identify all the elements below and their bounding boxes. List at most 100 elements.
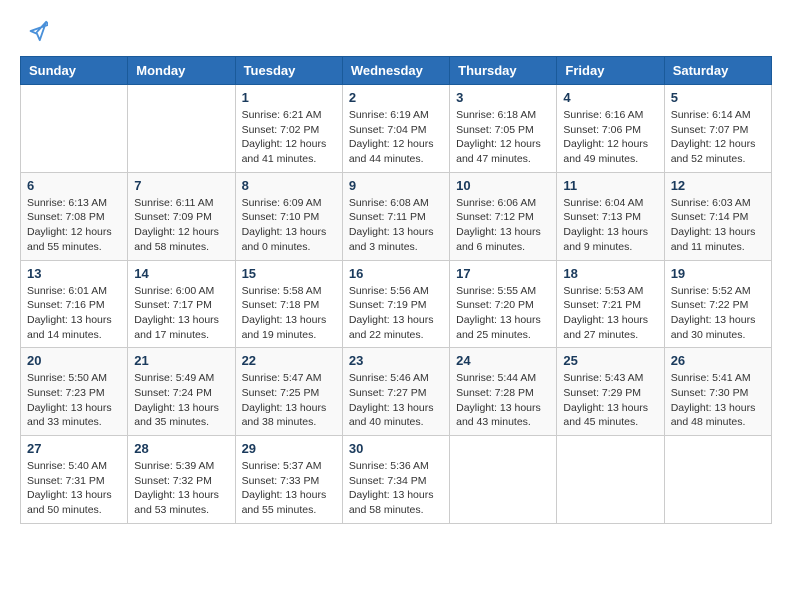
day-info: Sunrise: 5:46 AM Sunset: 7:27 PM Dayligh… — [349, 371, 443, 430]
day-info: Sunrise: 6:19 AM Sunset: 7:04 PM Dayligh… — [349, 108, 443, 167]
day-number: 21 — [134, 353, 228, 368]
calendar-cell: 25 Sunrise: 5:43 AM Sunset: 7:29 PM Dayli… — [557, 348, 664, 436]
day-info: Sunrise: 6:16 AM Sunset: 7:06 PM Dayligh… — [563, 108, 657, 167]
weekday-header-thursday: Thursday — [450, 57, 557, 85]
logo-bird-icon — [26, 20, 48, 42]
calendar-cell: 21 Sunrise: 5:49 AM Sunset: 7:24 PM Dayli… — [128, 348, 235, 436]
week-row-1: 1 Sunrise: 6:21 AM Sunset: 7:02 PM Daylig… — [21, 85, 772, 173]
calendar-cell: 10 Sunrise: 6:06 AM Sunset: 7:12 PM Dayli… — [450, 172, 557, 260]
calendar-cell — [557, 436, 664, 524]
day-info: Sunrise: 6:14 AM Sunset: 7:07 PM Dayligh… — [671, 108, 765, 167]
weekday-header-sunday: Sunday — [21, 57, 128, 85]
day-number: 12 — [671, 178, 765, 193]
calendar-cell: 28 Sunrise: 5:39 AM Sunset: 7:32 PM Dayli… — [128, 436, 235, 524]
day-info: Sunrise: 6:09 AM Sunset: 7:10 PM Dayligh… — [242, 196, 336, 255]
day-number: 1 — [242, 90, 336, 105]
day-number: 23 — [349, 353, 443, 368]
calendar-cell: 8 Sunrise: 6:09 AM Sunset: 7:10 PM Daylig… — [235, 172, 342, 260]
weekday-header-monday: Monday — [128, 57, 235, 85]
week-row-2: 6 Sunrise: 6:13 AM Sunset: 7:08 PM Daylig… — [21, 172, 772, 260]
calendar-cell: 26 Sunrise: 5:41 AM Sunset: 7:30 PM Dayli… — [664, 348, 771, 436]
day-number: 8 — [242, 178, 336, 193]
weekday-header-saturday: Saturday — [664, 57, 771, 85]
weekday-header-row: SundayMondayTuesdayWednesdayThursdayFrid… — [21, 57, 772, 85]
day-info: Sunrise: 6:18 AM Sunset: 7:05 PM Dayligh… — [456, 108, 550, 167]
day-number: 29 — [242, 441, 336, 456]
day-info: Sunrise: 5:40 AM Sunset: 7:31 PM Dayligh… — [27, 459, 121, 518]
day-number: 16 — [349, 266, 443, 281]
day-number: 24 — [456, 353, 550, 368]
day-info: Sunrise: 5:41 AM Sunset: 7:30 PM Dayligh… — [671, 371, 765, 430]
day-info: Sunrise: 6:04 AM Sunset: 7:13 PM Dayligh… — [563, 196, 657, 255]
day-number: 5 — [671, 90, 765, 105]
day-info: Sunrise: 5:39 AM Sunset: 7:32 PM Dayligh… — [134, 459, 228, 518]
day-number: 30 — [349, 441, 443, 456]
day-number: 25 — [563, 353, 657, 368]
day-number: 28 — [134, 441, 228, 456]
day-info: Sunrise: 5:37 AM Sunset: 7:33 PM Dayligh… — [242, 459, 336, 518]
day-number: 15 — [242, 266, 336, 281]
calendar-cell — [128, 85, 235, 173]
day-info: Sunrise: 6:06 AM Sunset: 7:12 PM Dayligh… — [456, 196, 550, 255]
calendar-cell: 9 Sunrise: 6:08 AM Sunset: 7:11 PM Daylig… — [342, 172, 449, 260]
day-info: Sunrise: 6:08 AM Sunset: 7:11 PM Dayligh… — [349, 196, 443, 255]
calendar-cell: 30Sunrise: 5:36 AM Sunset: 7:34 PM Dayli… — [342, 436, 449, 524]
page-header — [20, 20, 772, 46]
day-info: Sunrise: 5:50 AM Sunset: 7:23 PM Dayligh… — [27, 371, 121, 430]
weekday-header-tuesday: Tuesday — [235, 57, 342, 85]
day-number: 17 — [456, 266, 550, 281]
day-number: 10 — [456, 178, 550, 193]
calendar-cell: 17 Sunrise: 5:55 AM Sunset: 7:20 PM Dayli… — [450, 260, 557, 348]
calendar-cell: 12Sunrise: 6:03 AM Sunset: 7:14 PM Dayli… — [664, 172, 771, 260]
day-number: 11 — [563, 178, 657, 193]
calendar-cell: 19 Sunrise: 5:52 AM Sunset: 7:22 PM Dayli… — [664, 260, 771, 348]
calendar-cell: 16 Sunrise: 5:56 AM Sunset: 7:19 PM Dayli… — [342, 260, 449, 348]
day-number: 19 — [671, 266, 765, 281]
day-info: Sunrise: 5:52 AM Sunset: 7:22 PM Dayligh… — [671, 284, 765, 343]
calendar-cell: 20 Sunrise: 5:50 AM Sunset: 7:23 PM Dayli… — [21, 348, 128, 436]
calendar-table: SundayMondayTuesdayWednesdayThursdayFrid… — [20, 56, 772, 524]
logo — [20, 20, 48, 46]
weekday-header-friday: Friday — [557, 57, 664, 85]
day-info: Sunrise: 6:13 AM Sunset: 7:08 PM Dayligh… — [27, 196, 121, 255]
weekday-header-wednesday: Wednesday — [342, 57, 449, 85]
day-info: Sunrise: 5:49 AM Sunset: 7:24 PM Dayligh… — [134, 371, 228, 430]
calendar-cell: 18Sunrise: 5:53 AM Sunset: 7:21 PM Dayli… — [557, 260, 664, 348]
day-number: 14 — [134, 266, 228, 281]
calendar-cell: 27 Sunrise: 5:40 AM Sunset: 7:31 PM Dayli… — [21, 436, 128, 524]
calendar-cell: 7 Sunrise: 6:11 AM Sunset: 7:09 PM Daylig… — [128, 172, 235, 260]
day-number: 20 — [27, 353, 121, 368]
day-info: Sunrise: 5:55 AM Sunset: 7:20 PM Dayligh… — [456, 284, 550, 343]
day-info: Sunrise: 5:44 AM Sunset: 7:28 PM Dayligh… — [456, 371, 550, 430]
day-info: Sunrise: 6:01 AM Sunset: 7:16 PM Dayligh… — [27, 284, 121, 343]
day-info: Sunrise: 5:47 AM Sunset: 7:25 PM Dayligh… — [242, 371, 336, 430]
day-number: 6 — [27, 178, 121, 193]
calendar-cell: 29 Sunrise: 5:37 AM Sunset: 7:33 PM Dayli… — [235, 436, 342, 524]
calendar-cell: 11 Sunrise: 6:04 AM Sunset: 7:13 PM Dayli… — [557, 172, 664, 260]
day-info: Sunrise: 5:43 AM Sunset: 7:29 PM Dayligh… — [563, 371, 657, 430]
day-number: 27 — [27, 441, 121, 456]
day-number: 13 — [27, 266, 121, 281]
day-number: 18 — [563, 266, 657, 281]
day-number: 7 — [134, 178, 228, 193]
day-info: Sunrise: 6:11 AM Sunset: 7:09 PM Dayligh… — [134, 196, 228, 255]
week-row-4: 20 Sunrise: 5:50 AM Sunset: 7:23 PM Dayli… — [21, 348, 772, 436]
calendar-cell: 15 Sunrise: 5:58 AM Sunset: 7:18 PM Dayli… — [235, 260, 342, 348]
day-info: Sunrise: 5:58 AM Sunset: 7:18 PM Dayligh… — [242, 284, 336, 343]
calendar-cell: 3 Sunrise: 6:18 AM Sunset: 7:05 PM Daylig… — [450, 85, 557, 173]
calendar-cell: 5 Sunrise: 6:14 AM Sunset: 7:07 PM Daylig… — [664, 85, 771, 173]
calendar-cell: 2Sunrise: 6:19 AM Sunset: 7:04 PM Daylig… — [342, 85, 449, 173]
calendar-cell: 6 Sunrise: 6:13 AM Sunset: 7:08 PM Daylig… — [21, 172, 128, 260]
calendar-cell — [450, 436, 557, 524]
calendar-cell: 13 Sunrise: 6:01 AM Sunset: 7:16 PM Dayli… — [21, 260, 128, 348]
day-info: Sunrise: 6:21 AM Sunset: 7:02 PM Dayligh… — [242, 108, 336, 167]
day-number: 3 — [456, 90, 550, 105]
day-number: 9 — [349, 178, 443, 193]
calendar-cell: 1 Sunrise: 6:21 AM Sunset: 7:02 PM Daylig… — [235, 85, 342, 173]
week-row-3: 13 Sunrise: 6:01 AM Sunset: 7:16 PM Dayli… — [21, 260, 772, 348]
day-number: 4 — [563, 90, 657, 105]
day-info: Sunrise: 5:56 AM Sunset: 7:19 PM Dayligh… — [349, 284, 443, 343]
calendar-cell — [21, 85, 128, 173]
day-number: 26 — [671, 353, 765, 368]
calendar-cell: 24 Sunrise: 5:44 AM Sunset: 7:28 PM Dayli… — [450, 348, 557, 436]
